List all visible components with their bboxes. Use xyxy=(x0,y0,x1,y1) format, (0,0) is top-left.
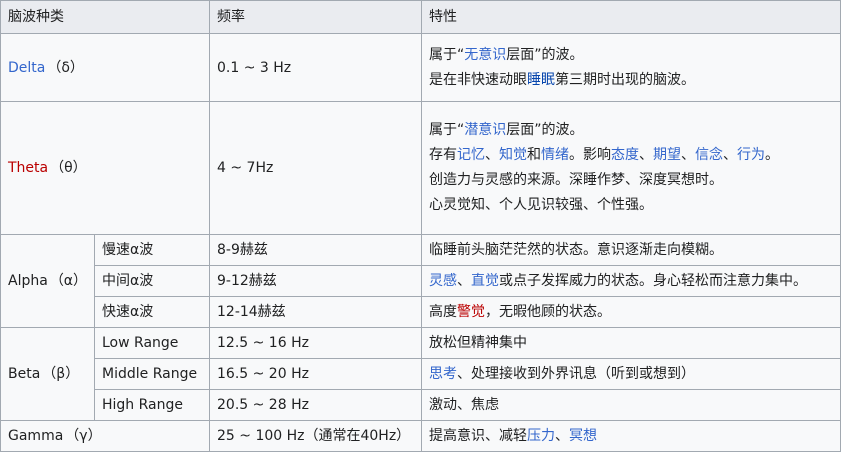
theta-trait-line2: 存有记忆、知觉和情绪。影响态度、期望、信念、行为。 xyxy=(429,147,779,163)
theta-trait-line3: 创造力与灵感的来源。深睡作梦、深度冥想时。 xyxy=(429,172,723,188)
gamma-trait: 提高意识、减轻压力、冥想 xyxy=(421,420,841,452)
theta-freq: 4 ~ 7Hz xyxy=(209,101,422,235)
delta-name-cell: Delta （δ） xyxy=(0,33,210,102)
beta-trait-mid: 思考、处理接收到外界讯息（听到或想到） xyxy=(421,358,841,390)
beta-trait-low: 放松但精神集中 xyxy=(421,327,841,359)
link-emotion[interactable]: 情绪 xyxy=(541,147,569,163)
row-alpha-fast: 快速α波 12-14赫兹 高度警觉，无暇他顾的状态。 xyxy=(1,296,841,328)
link-meditation[interactable]: 冥想 xyxy=(569,428,597,444)
link-inspiration[interactable]: 灵感 xyxy=(429,273,457,289)
gamma-greek: （γ） xyxy=(65,428,102,444)
brainwave-table: 脑波种类 频率 特性 Delta （δ） 0.1 ~ 3 Hz 属于“无意识层面”… xyxy=(0,0,841,452)
alpha-sub-slow: 慢速α波 xyxy=(94,234,210,266)
alpha-sub-fast: 快速α波 xyxy=(94,296,210,328)
beta-sub-mid: Middle Range xyxy=(94,358,210,390)
beta-trait-high: 激动、焦虑 xyxy=(421,389,841,421)
row-theta: Theta （θ） 4 ~ 7Hz 属于“潜意识层面”的波。 存有记忆、知觉和情绪… xyxy=(0,101,841,235)
beta-freq-mid: 16.5 ~ 20 Hz xyxy=(209,358,422,390)
alpha-greek: （α） xyxy=(49,273,88,289)
theta-link[interactable]: Theta xyxy=(8,160,48,176)
beta-sub-high: High Range xyxy=(94,389,210,421)
link-thinking[interactable]: 思考 xyxy=(429,366,457,382)
link-stress[interactable]: 压力 xyxy=(527,428,555,444)
header-row: 脑波种类 频率 特性 xyxy=(0,0,841,34)
row-alpha-slow: Alpha （α） 慢速α波 8-9赫兹 临睡前头脑茫茫然的状态。意识逐渐走向模糊… xyxy=(0,234,841,328)
row-gamma: Gamma （γ） 25 ~ 100 Hz（通常在40Hz） 提高意识、减轻压力、… xyxy=(0,420,841,452)
link-intuition[interactable]: 直觉 xyxy=(471,273,499,289)
gamma-name-cell: Gamma （γ） xyxy=(0,420,210,452)
row-beta-high: High Range 20.5 ~ 28 Hz 激动、焦虑 xyxy=(1,389,841,421)
theta-name-cell: Theta （θ） xyxy=(0,101,210,235)
beta-freq-low: 12.5 ~ 16 Hz xyxy=(209,327,422,359)
beta-name-cell: Beta （β） xyxy=(0,327,95,421)
row-beta-mid: Middle Range 16.5 ~ 20 Hz 思考、处理接收到外界讯息（听… xyxy=(1,358,841,390)
gamma-name: Gamma xyxy=(8,428,64,444)
alpha-freq-mid: 9-12赫兹 xyxy=(209,265,422,297)
alpha-trait-fast: 高度警觉，无暇他顾的状态。 xyxy=(421,296,841,328)
delta-trait-line2: 是在非快速动眼睡眠第三期时出现的脑波。 xyxy=(429,71,695,88)
theta-trait-line1: 属于“潜意识层面”的波。 xyxy=(429,122,584,138)
delta-greek: （δ） xyxy=(47,59,84,76)
alpha-trait-slow: 临睡前头脑茫茫然的状态。意识逐渐走向模糊。 xyxy=(421,234,841,266)
delta-link[interactable]: Delta xyxy=(8,60,45,76)
link-memory[interactable]: 记忆 xyxy=(457,147,485,163)
link-perception[interactable]: 知觉 xyxy=(499,147,527,163)
link-alertness[interactable]: 警觉 xyxy=(457,304,485,320)
delta-freq: 0.1 ~ 3 Hz xyxy=(209,33,422,102)
delta-trait-line1: 属于“无意识层面”的波。 xyxy=(429,46,584,63)
alpha-trait-mid: 灵感、直觉或点子发挥威力的状态。身心轻松而注意力集中。 xyxy=(421,265,841,297)
row-delta: Delta （δ） 0.1 ~ 3 Hz 属于“无意识层面”的波。 是在非快速动眼… xyxy=(0,33,841,102)
theta-trait-line4: 心灵觉知、个人见识较强、个性强。 xyxy=(429,197,653,213)
link-attitude[interactable]: 态度 xyxy=(611,147,639,163)
alpha-freq-slow: 8-9赫兹 xyxy=(209,234,422,266)
beta-freq-high: 20.5 ~ 28 Hz xyxy=(209,389,422,421)
beta-name: Beta xyxy=(8,366,41,382)
alpha-name-cell: Alpha （α） xyxy=(0,234,95,328)
header-trait: 特性 xyxy=(421,0,841,34)
header-frequency: 频率 xyxy=(209,0,422,34)
link-sleep[interactable]: 睡眠 xyxy=(527,72,555,88)
delta-trait: 属于“无意识层面”的波。 是在非快速动眼睡眠第三期时出现的脑波。 xyxy=(421,33,841,102)
theta-trait: 属于“潜意识层面”的波。 存有记忆、知觉和情绪。影响态度、期望、信念、行为。 创… xyxy=(421,101,841,235)
link-unconscious[interactable]: 无意识 xyxy=(464,47,506,63)
link-belief[interactable]: 信念 xyxy=(695,147,723,163)
beta-sub-low: Low Range xyxy=(94,327,210,359)
row-beta-low: Beta （β） Low Range 12.5 ~ 16 Hz 放松但精神集中 xyxy=(0,327,841,421)
row-alpha-mid: 中间α波 9-12赫兹 灵感、直觉或点子发挥威力的状态。身心轻松而注意力集中。 xyxy=(1,265,841,297)
alpha-freq-fast: 12-14赫兹 xyxy=(209,296,422,328)
alpha-sub-mid: 中间α波 xyxy=(94,265,210,297)
gamma-freq: 25 ~ 100 Hz（通常在40Hz） xyxy=(209,420,422,452)
link-subconscious[interactable]: 潜意识 xyxy=(464,122,506,138)
link-behavior[interactable]: 行为 xyxy=(737,147,765,163)
beta-greek: （β） xyxy=(42,366,80,382)
theta-greek: （θ） xyxy=(50,160,87,176)
header-type: 脑波种类 xyxy=(0,0,210,34)
link-expectation[interactable]: 期望 xyxy=(653,147,681,163)
alpha-name: Alpha xyxy=(8,273,48,289)
